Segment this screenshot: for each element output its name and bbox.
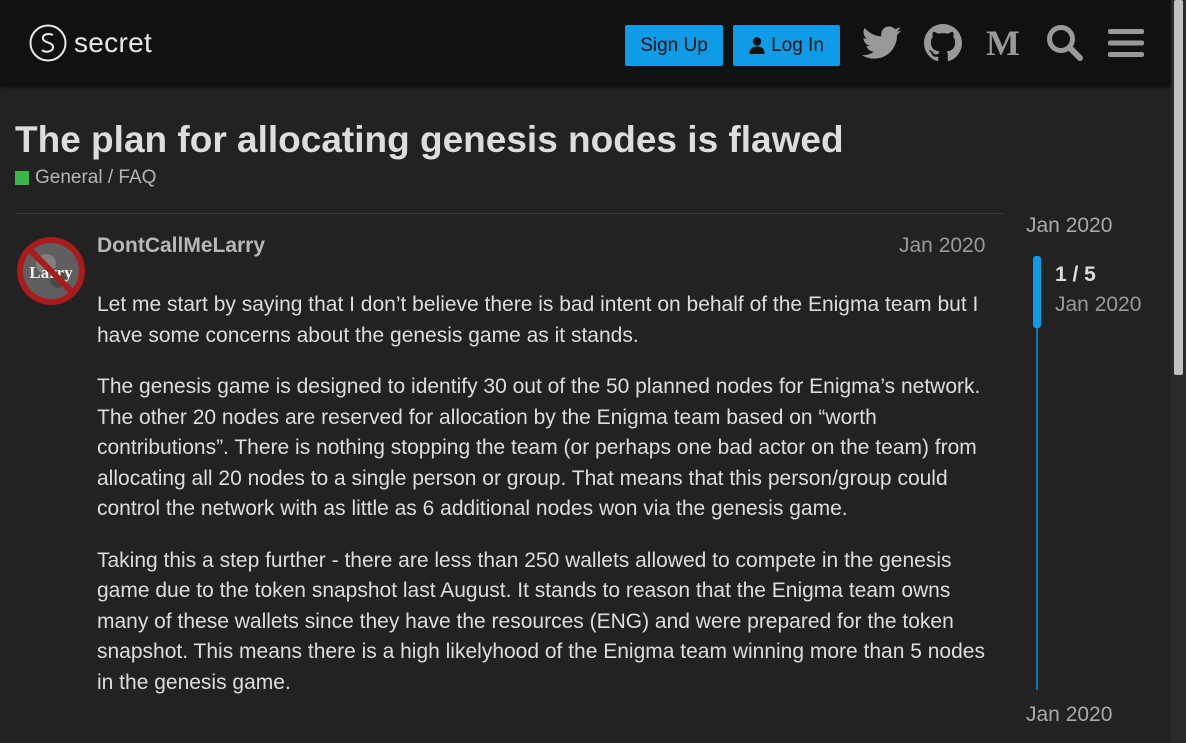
post-body: Let me start by saying that I don’t beli… — [97, 290, 997, 719]
timeline-position-date: Jan 2020 — [1055, 293, 1142, 316]
timeline-end-date[interactable]: Jan 2020 — [1026, 703, 1112, 727]
post-paragraph: Taking this a step further - there are l… — [97, 548, 985, 694]
sign-up-button[interactable]: Sign Up — [625, 25, 723, 66]
timeline-start-date[interactable]: Jan 2020 — [1026, 214, 1112, 238]
github-icon[interactable] — [922, 22, 964, 64]
post-date[interactable]: Jan 2020 — [899, 234, 985, 258]
topic-title[interactable]: The plan for allocating genesis nodes is… — [15, 119, 844, 161]
svg-text:M: M — [986, 27, 1020, 59]
site-logo[interactable]: secret — [29, 23, 152, 63]
category-color-swatch — [15, 171, 29, 185]
timeline-scroll-handle[interactable] — [1033, 256, 1041, 328]
category-name: General / FAQ — [35, 167, 157, 188]
twitter-icon[interactable] — [861, 22, 903, 64]
user-icon — [749, 37, 765, 54]
post-paragraph: Let me start by saying that I don’t beli… — [97, 293, 979, 347]
avatar[interactable]: Larry — [16, 236, 86, 306]
page-scrollbar-thumb[interactable] — [1174, 0, 1183, 375]
hamburger-menu-icon[interactable] — [1105, 22, 1147, 64]
medium-icon[interactable]: M — [982, 22, 1024, 64]
post-username[interactable]: DontCallMeLarry — [97, 234, 265, 258]
search-icon[interactable] — [1044, 22, 1086, 64]
logo-text: secret — [74, 27, 153, 58]
secret-logo-icon — [29, 24, 67, 62]
category-badge[interactable]: General / FAQ — [15, 167, 156, 189]
site-header: secret Sign Up Log In M — [0, 0, 1171, 86]
log-in-label: Log In — [771, 34, 824, 56]
log-in-button[interactable]: Log In — [733, 25, 840, 66]
post-paragraph: The genesis game is designed to identify… — [97, 375, 981, 520]
timeline-position: 1 / 5 — [1055, 263, 1096, 286]
topic-divider — [15, 213, 1004, 214]
